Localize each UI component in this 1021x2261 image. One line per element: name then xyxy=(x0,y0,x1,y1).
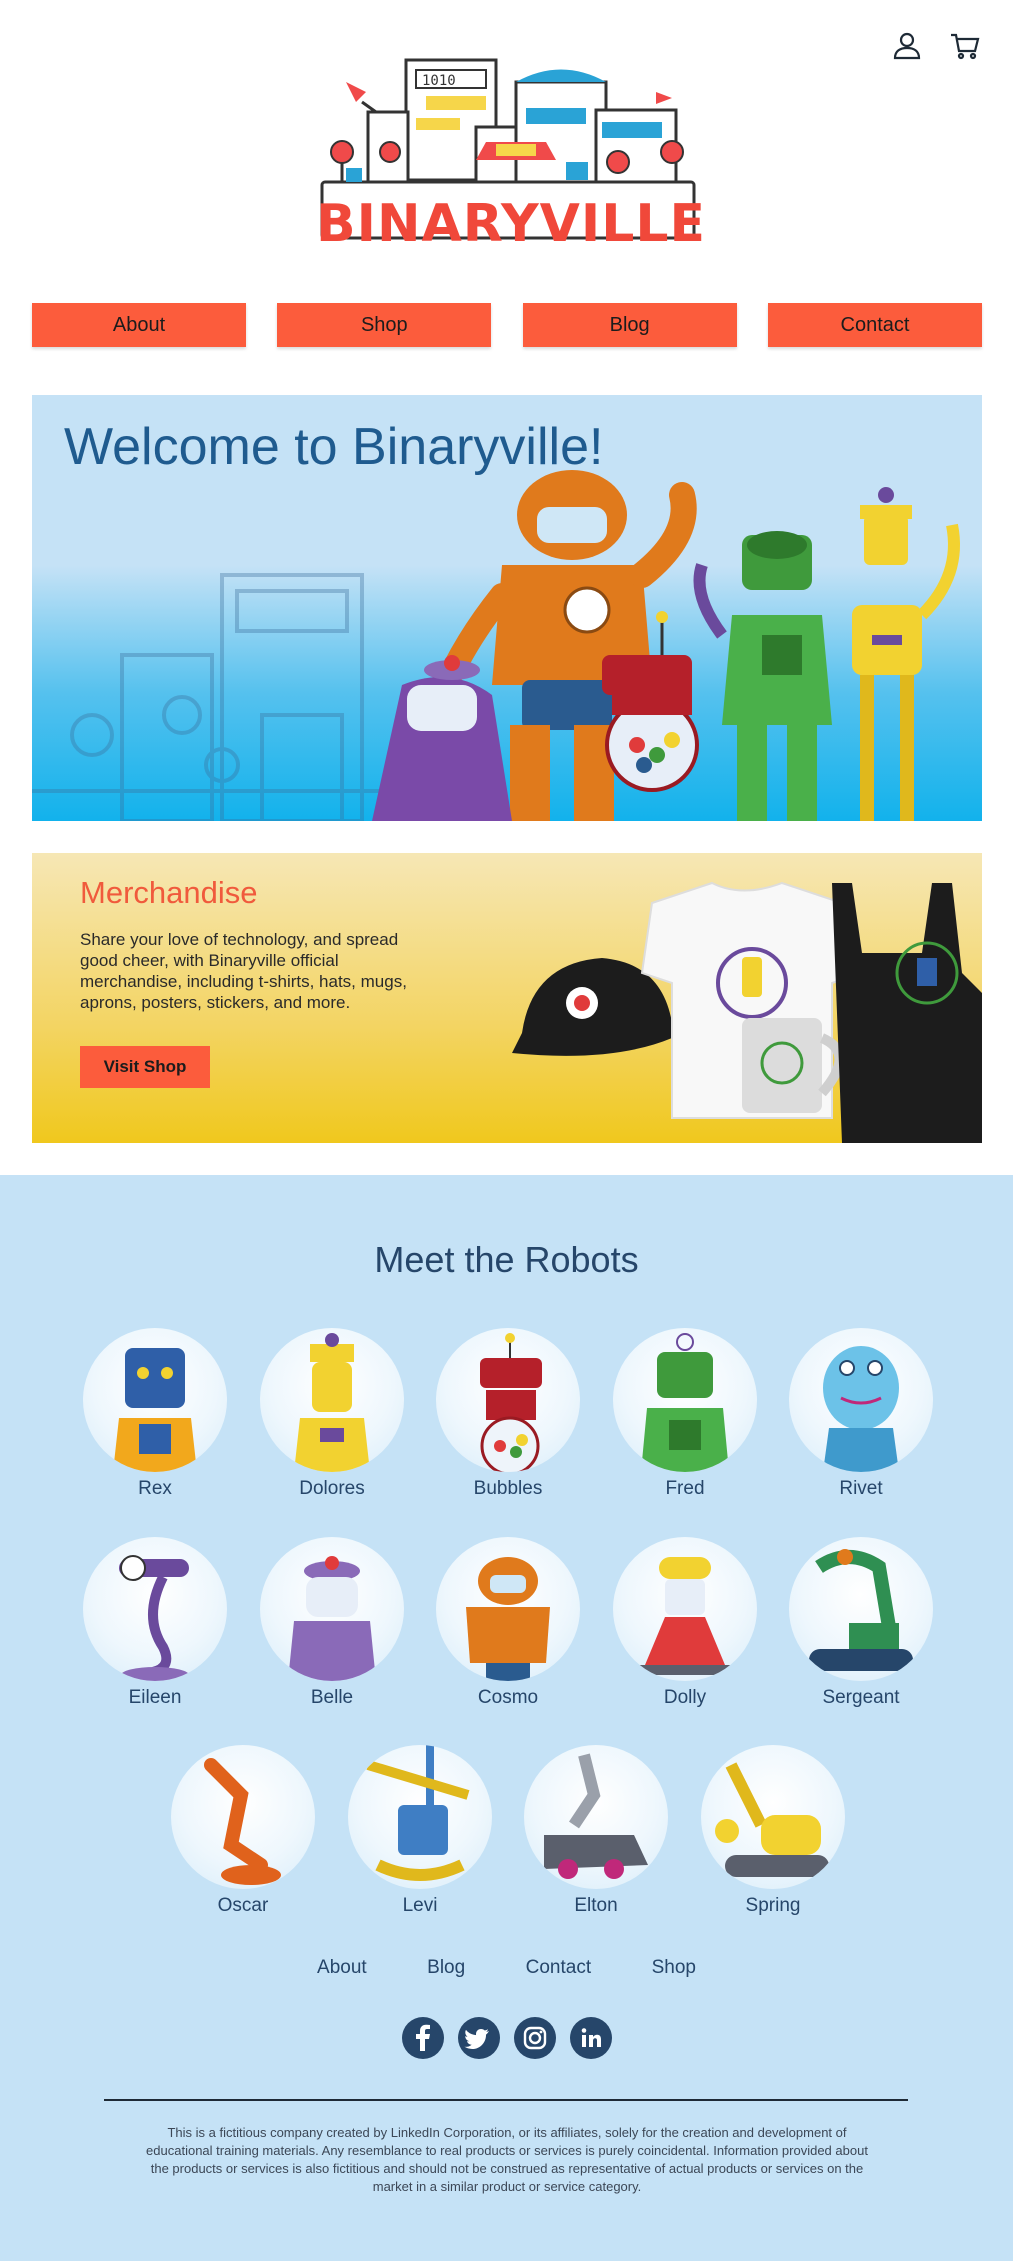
robot-card-spring[interactable]: Spring xyxy=(698,1745,848,1917)
robot-avatar xyxy=(436,1537,580,1681)
robot-card-rivet[interactable]: Rivet xyxy=(786,1328,936,1500)
robots-title: Meet the Robots xyxy=(374,1239,639,1280)
nav-blog[interactable]: Blog xyxy=(522,303,737,347)
header-icons xyxy=(891,30,981,62)
robot-avatar xyxy=(613,1537,757,1681)
robot-avatar xyxy=(789,1537,933,1681)
binaryville-logo[interactable]: 1010 BINARYVILLE xyxy=(316,52,706,256)
social-links xyxy=(0,2017,1013,2059)
logo-house-sign: 1010 xyxy=(422,73,456,89)
robot-name: Eileen xyxy=(128,1687,182,1708)
robot-card-rex[interactable]: Rex xyxy=(80,1328,230,1500)
robot-avatar xyxy=(701,1745,845,1889)
nav-shop[interactable]: Shop xyxy=(277,303,492,347)
robot-avatar xyxy=(260,1537,404,1681)
robot-name: Rex xyxy=(138,1478,172,1499)
footer-link-about[interactable]: About xyxy=(317,1957,367,1979)
footer-link-blog[interactable]: Blog xyxy=(427,1957,465,1979)
merch-description: Share your love of technology, and sprea… xyxy=(80,930,407,1012)
footer-link-contact[interactable]: Contact xyxy=(526,1957,591,1979)
robot-name: Cosmo xyxy=(477,1687,539,1708)
logo-wordmark: BINARYVILLE xyxy=(316,194,706,254)
robot-name: Dolores xyxy=(299,1478,365,1499)
robot-name: Sergeant xyxy=(822,1687,900,1708)
facebook-icon[interactable] xyxy=(401,2017,444,2059)
cart-icon[interactable] xyxy=(949,30,981,62)
merch-products-illustration xyxy=(512,881,982,1143)
robot-avatar xyxy=(613,1328,757,1472)
robot-avatar xyxy=(260,1328,404,1472)
robot-avatar xyxy=(436,1328,580,1472)
robot-card-dolly[interactable]: Dolly xyxy=(610,1537,760,1709)
robot-card-levi[interactable]: Levi xyxy=(345,1745,495,1917)
instagram-icon[interactable] xyxy=(513,2017,556,2059)
robot-name: Bubbles xyxy=(473,1478,543,1499)
meet-the-robots-section: Meet the Robots Rex Dolores Bubbles Fred… xyxy=(0,1175,1013,2261)
robot-name: Oscar xyxy=(217,1895,269,1916)
nav-about[interactable]: About xyxy=(32,303,246,347)
robot-card-sergeant[interactable]: Sergeant xyxy=(786,1537,936,1709)
user-icon[interactable] xyxy=(891,30,923,62)
robot-card-dolores[interactable]: Dolores xyxy=(257,1328,407,1500)
robot-name: Levi xyxy=(402,1895,438,1916)
robot-card-oscar[interactable]: Oscar xyxy=(168,1745,318,1917)
robot-card-bubbles[interactable]: Bubbles xyxy=(433,1328,583,1500)
robot-name: Rivet xyxy=(839,1478,883,1499)
robot-card-fred[interactable]: Fred xyxy=(610,1328,760,1500)
robot-avatar xyxy=(348,1745,492,1889)
robot-name: Elton xyxy=(574,1895,618,1916)
footer-link-shop[interactable]: Shop xyxy=(652,1957,696,1979)
robot-avatar xyxy=(524,1745,668,1889)
merch-title: Merchandise xyxy=(80,875,258,910)
robot-avatar xyxy=(789,1328,933,1472)
twitter-icon[interactable] xyxy=(457,2017,500,2059)
robot-name: Belle xyxy=(310,1687,354,1708)
main-nav: About Shop Blog Contact xyxy=(32,303,982,347)
merchandise-banner: Merchandise Share your love of technolog… xyxy=(32,853,982,1143)
robot-avatar xyxy=(83,1328,227,1472)
linkedin-icon[interactable] xyxy=(569,2017,612,2059)
robot-card-belle[interactable]: Belle xyxy=(257,1537,407,1709)
hero-title: Welcome to Binaryville! xyxy=(64,418,604,476)
visit-shop-button[interactable]: Visit Shop xyxy=(80,1046,210,1088)
hero-banner: Welcome to Binaryville! xyxy=(32,395,982,821)
robot-card-elton[interactable]: Elton xyxy=(521,1745,671,1917)
robot-card-eileen[interactable]: Eileen xyxy=(80,1537,230,1709)
robot-name: Dolly xyxy=(663,1687,707,1708)
robot-avatar xyxy=(83,1537,227,1681)
robot-name: Fred xyxy=(665,1478,705,1499)
footer-divider xyxy=(104,2099,908,2101)
robot-card-cosmo[interactable]: Cosmo xyxy=(433,1537,583,1709)
robot-avatar xyxy=(171,1745,315,1889)
robot-name: Spring xyxy=(745,1895,801,1916)
nav-contact[interactable]: Contact xyxy=(767,303,982,347)
footer-nav: About Blog Contact Shop xyxy=(0,1957,1013,1979)
footer-disclaimer: This is a fictitious company created by … xyxy=(146,2125,868,2194)
